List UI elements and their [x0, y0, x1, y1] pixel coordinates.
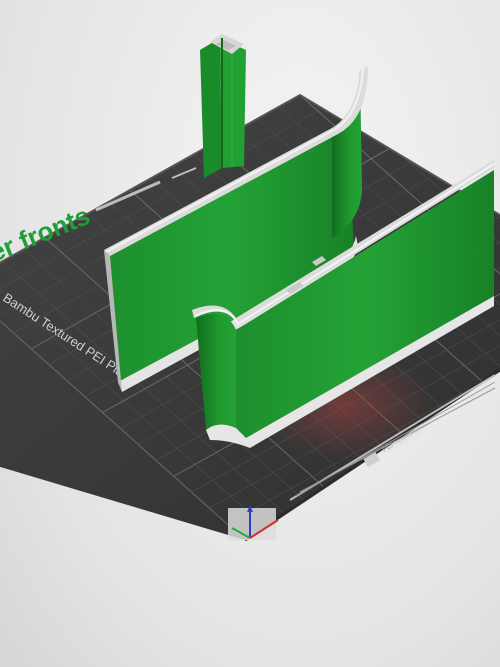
model-pillar[interactable]: [200, 34, 246, 178]
scene-canvas[interactable]: Bambu Textured PEI Plate PEI —————— er f…: [0, 0, 500, 667]
3d-viewport[interactable]: Bambu Textured PEI Plate PEI —————— er f…: [0, 0, 500, 667]
origin-axis-icon[interactable]: [228, 505, 279, 540]
